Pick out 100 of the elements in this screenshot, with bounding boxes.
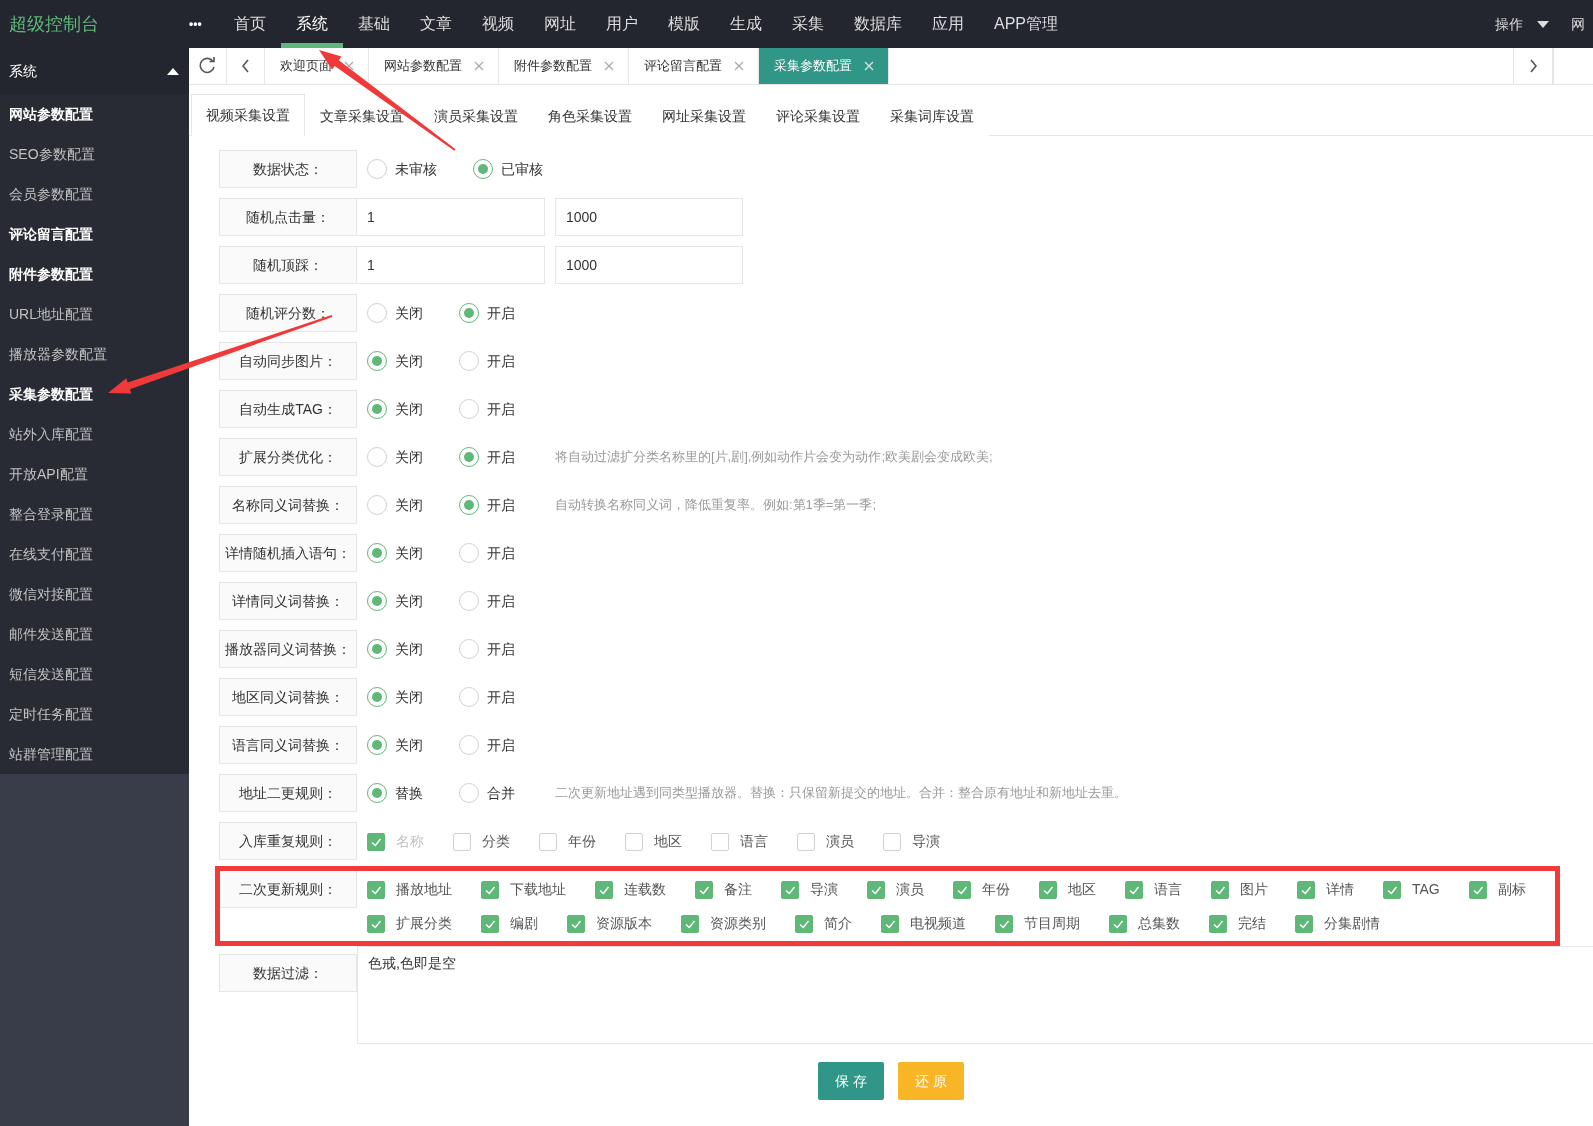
- input-field[interactable]: 1: [357, 246, 545, 284]
- checkbox-option[interactable]: 导演: [781, 879, 838, 900]
- nav-item[interactable]: 文章: [405, 0, 467, 48]
- nav-item[interactable]: APP管理: [979, 0, 1073, 48]
- nav-item[interactable]: 数据库: [839, 0, 917, 48]
- checkbox-option[interactable]: 播放地址: [367, 879, 452, 900]
- sidebar-item[interactable]: 整合登录配置: [0, 494, 189, 534]
- nav-item[interactable]: 网: [1571, 0, 1593, 48]
- sidebar-item[interactable]: 定时任务配置: [0, 694, 189, 734]
- radio-option[interactable]: 关闭: [367, 734, 423, 756]
- checkbox-option[interactable]: 下载地址: [481, 879, 566, 900]
- radio-option[interactable]: 开启: [459, 542, 515, 564]
- checkbox-option[interactable]: 简介: [795, 913, 852, 934]
- nav-item[interactable]: 网址: [529, 0, 591, 48]
- checkbox-option[interactable]: 演员: [797, 831, 854, 852]
- more-button[interactable]: •••: [189, 0, 219, 48]
- sidebar-item[interactable]: 采集参数配置: [0, 374, 189, 414]
- radio-option[interactable]: 关闭: [367, 638, 423, 660]
- settings-tab[interactable]: 视频采集设置: [191, 94, 305, 136]
- checkbox-option[interactable]: 年份: [953, 879, 1010, 900]
- radio-option[interactable]: 开启: [459, 302, 515, 324]
- sidebar-item[interactable]: SEO参数配置: [0, 134, 189, 174]
- nav-item[interactable]: 系统: [281, 0, 343, 48]
- radio-option[interactable]: 关闭: [367, 590, 423, 612]
- sidebar-item[interactable]: 开放API配置: [0, 454, 189, 494]
- nav-item[interactable]: 应用: [917, 0, 979, 48]
- checkbox-option[interactable]: 年份: [539, 831, 596, 852]
- refresh-icon[interactable]: [197, 56, 218, 76]
- close-icon[interactable]: [474, 61, 484, 71]
- sidebar-item[interactable]: 网站参数配置: [0, 94, 189, 134]
- checkbox-option[interactable]: 完结: [1209, 913, 1266, 934]
- sidebar-item[interactable]: 会员参数配置: [0, 174, 189, 214]
- checkbox-option[interactable]: 副标: [1468, 879, 1526, 900]
- sidebar-item[interactable]: 播放器参数配置: [0, 334, 189, 374]
- chevron-right-icon[interactable]: [1527, 58, 1539, 74]
- checkbox-option[interactable]: 语言: [711, 831, 768, 852]
- sidebar-item[interactable]: 短信发送配置: [0, 654, 189, 694]
- radio-option[interactable]: 开启: [459, 494, 515, 516]
- radio-option[interactable]: 关闭: [367, 686, 423, 708]
- sidebar-item[interactable]: 邮件发送配置: [0, 614, 189, 654]
- sidebar-item[interactable]: 站外入库配置: [0, 414, 189, 454]
- radio-option[interactable]: 开启: [459, 638, 515, 660]
- radio-option[interactable]: 关闭: [367, 494, 423, 516]
- sidebar-item[interactable]: URL地址配置: [0, 294, 189, 334]
- checkbox-option[interactable]: 资源版本: [567, 913, 652, 934]
- checkbox-option[interactable]: 地区: [1039, 879, 1096, 900]
- radio-option[interactable]: 未审核: [367, 158, 437, 180]
- operations-dropdown[interactable]: 操作: [1495, 0, 1571, 48]
- radio-option[interactable]: 开启: [459, 590, 515, 612]
- checkbox-option[interactable]: TAG: [1383, 879, 1440, 900]
- radio-option[interactable]: 关闭: [367, 350, 423, 372]
- checkbox-option[interactable]: 图片: [1211, 879, 1268, 900]
- sidebar-item[interactable]: 站群管理配置: [0, 734, 189, 774]
- nav-item[interactable]: 生成: [715, 0, 777, 48]
- chevron-left-icon[interactable]: [240, 58, 251, 74]
- checkbox-option[interactable]: 编剧: [481, 913, 538, 934]
- checkbox-option[interactable]: 语言: [1125, 879, 1182, 900]
- radio-option[interactable]: 关闭: [367, 542, 423, 564]
- sidebar-item[interactable]: 附件参数配置: [0, 254, 189, 294]
- checkbox-option[interactable]: 分集剧情: [1295, 913, 1380, 934]
- nav-item[interactable]: 用户: [591, 0, 653, 48]
- input-field[interactable]: 1000: [555, 198, 743, 236]
- checkbox-option[interactable]: 备注: [695, 879, 752, 900]
- checkbox-option[interactable]: 总集数: [1109, 913, 1180, 934]
- checkbox-option[interactable]: 电视频道: [881, 913, 966, 934]
- radio-option[interactable]: 替换: [367, 782, 423, 804]
- nav-item[interactable]: 模版: [653, 0, 715, 48]
- nav-item[interactable]: 采集: [777, 0, 839, 48]
- input-field[interactable]: 1000: [555, 246, 743, 284]
- checkbox-option[interactable]: 导演: [883, 831, 940, 852]
- close-icon[interactable]: [734, 61, 744, 71]
- radio-option[interactable]: 开启: [459, 350, 515, 372]
- sidebar-header[interactable]: 系统: [0, 48, 189, 94]
- close-icon[interactable]: [604, 61, 614, 71]
- input-field[interactable]: 1: [357, 198, 545, 236]
- checkbox-option[interactable]: 演员: [867, 879, 924, 900]
- nav-item[interactable]: 首页: [219, 0, 281, 48]
- sidebar-item[interactable]: 评论留言配置: [0, 214, 189, 254]
- checkbox-option[interactable]: 资源类别: [681, 913, 766, 934]
- radio-option[interactable]: 关闭: [367, 302, 423, 324]
- radio-option[interactable]: 已审核: [473, 158, 543, 180]
- text-area[interactable]: 色戒,色即是空: [357, 946, 1593, 1044]
- checkbox-option[interactable]: 地区: [625, 831, 682, 852]
- checkbox-option[interactable]: 详情: [1297, 879, 1354, 900]
- checkbox-option[interactable]: 连载数: [595, 879, 666, 900]
- radio-option[interactable]: 开启: [459, 446, 515, 468]
- checkbox-option[interactable]: 节目周期: [995, 913, 1080, 934]
- nav-item[interactable]: 视频: [467, 0, 529, 48]
- sidebar-item[interactable]: 微信对接配置: [0, 574, 189, 614]
- radio-option[interactable]: 关闭: [367, 398, 423, 420]
- checkbox-option[interactable]: 扩展分类: [367, 913, 452, 934]
- checkbox-option[interactable]: 分类: [453, 831, 510, 852]
- sidebar-item[interactable]: 在线支付配置: [0, 534, 189, 574]
- page-tab[interactable]: 采集参数配置: [759, 48, 889, 84]
- save-button[interactable]: 保 存: [818, 1062, 884, 1100]
- radio-option[interactable]: 开启: [459, 686, 515, 708]
- radio-option[interactable]: 开启: [459, 398, 515, 420]
- radio-option[interactable]: 合并: [459, 782, 515, 804]
- radio-option[interactable]: 开启: [459, 734, 515, 756]
- nav-item[interactable]: 基础: [343, 0, 405, 48]
